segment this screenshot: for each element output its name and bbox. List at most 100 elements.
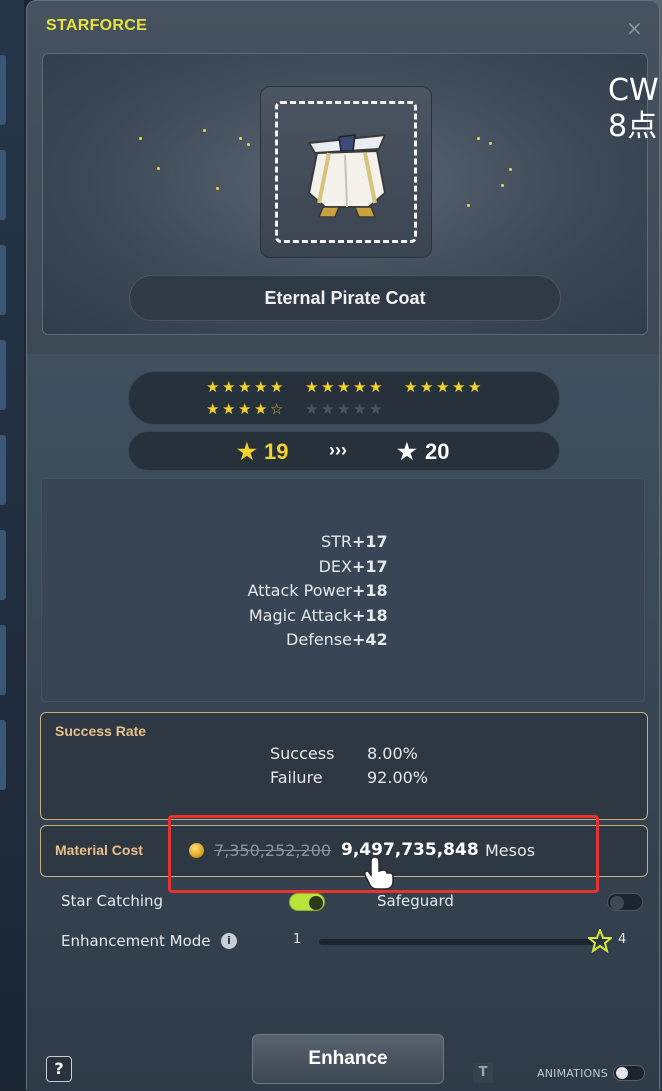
item-name: Eternal Pirate Coat (129, 275, 561, 321)
success-value: 8.00% (367, 744, 418, 763)
stat-value: +18 (352, 581, 388, 600)
background-text: CW (608, 73, 659, 108)
enhancement-mode-label: Enhancement Mode (61, 932, 211, 950)
failure-label: Failure (270, 768, 323, 787)
toggle-knob (309, 896, 323, 910)
cost-unit: Mesos (485, 841, 536, 860)
starforce-window: STARFORCE × Eternal Pirate Coat ★ ★ ★ ★ … (26, 0, 660, 1091)
material-cost-label: Material Cost (55, 842, 143, 858)
failure-value: 92.00% (367, 768, 429, 787)
stat-row: DEX +17 (42, 557, 646, 581)
star-level-bar: ★ 19 ››› ★ 20 (128, 431, 560, 471)
sparkle (139, 137, 142, 140)
background-tab (0, 625, 6, 695)
success-rate-panel: Success Rate Success 8.00% Failure 92.00… (40, 712, 648, 820)
toggle-knob (616, 1067, 628, 1079)
star-filled-icon: ★ (337, 378, 351, 396)
stat-value: +17 (352, 532, 388, 551)
help-button[interactable]: ? (46, 1056, 72, 1082)
mode-max-label: 4 (618, 932, 627, 947)
stat-value: +42 (352, 630, 388, 649)
stat-row: Attack Power +18 (42, 581, 646, 605)
pirate-coat-icon (307, 133, 387, 218)
enhance-button[interactable]: Enhance (252, 1034, 444, 1084)
slider-star-icon[interactable] (588, 929, 612, 953)
background-tab (0, 530, 6, 600)
window-title: STARFORCE (46, 17, 148, 34)
current-cost: 9,497,735,848 (341, 840, 479, 860)
safeguard-toggle[interactable] (607, 893, 643, 911)
star-filled-icon: ★ (254, 378, 268, 396)
level-arrow: ››› (329, 440, 347, 460)
star-empty-icon: ★ (337, 400, 351, 418)
stat-name: Attack Power (247, 581, 352, 600)
sparkle (247, 143, 250, 146)
safeguard-label: Safeguard (377, 892, 454, 910)
star-filled-icon: ★ (206, 400, 220, 418)
hand-cursor-icon (364, 857, 394, 890)
stat-value: +18 (352, 606, 388, 625)
stat-name: STR (320, 532, 352, 551)
info-icon[interactable]: i (221, 933, 237, 949)
item-panel: Eternal Pirate Coat (42, 53, 648, 335)
star-filled-icon: ★ (436, 378, 450, 396)
animations-toggle[interactable] (613, 1065, 645, 1081)
stars-row-top: ★ ★ ★ ★ ★ ★ ★ ★ ★ ★ ★ ★ ★ ★ ★ (206, 378, 484, 396)
star-filled-icon: ★ (222, 378, 236, 396)
success-rate-label: Success Rate (55, 723, 147, 739)
background-tab (0, 245, 6, 315)
sparkle (203, 129, 206, 132)
success-label: Success (270, 744, 335, 763)
star-empty-icon: ★ (321, 400, 335, 418)
sparkle (489, 142, 492, 145)
sparkle (467, 204, 470, 207)
mode-min-label: 1 (293, 932, 302, 947)
sparkle (509, 168, 512, 171)
next-star-level: 20 (425, 439, 450, 464)
stat-row: STR +17 (42, 532, 646, 556)
star-filled-icon: ★ (206, 378, 220, 396)
star-catching-label: Star Catching (61, 892, 164, 910)
star-filled-icon: ★ (270, 378, 284, 396)
sparkle (477, 137, 480, 140)
star-filled-icon: ★ (321, 378, 335, 396)
star-filled-icon: ★ (353, 378, 367, 396)
current-star-icon: ★ (237, 439, 257, 464)
sparkle (216, 187, 219, 190)
stat-row: Magic Attack +18 (42, 606, 646, 630)
star-filled-icon: ★ (254, 400, 268, 418)
stat-name: Defense (286, 630, 352, 649)
current-star-level: 19 (264, 439, 289, 464)
star-empty-icon: ☆ (270, 400, 284, 418)
enhancement-mode-slider[interactable] (319, 939, 599, 945)
background-tab (0, 720, 6, 790)
star-filled-icon: ★ (369, 378, 383, 396)
star-filled-icon: ★ (468, 378, 482, 396)
next-star-icon: ★ (397, 439, 417, 464)
meso-coin-icon (189, 843, 204, 858)
star-empty-icon: ★ (369, 400, 383, 418)
background-tab (0, 435, 6, 505)
item-slot[interactable] (260, 86, 432, 258)
background-text: 8点 (608, 109, 658, 144)
background-tab (0, 340, 6, 410)
star-filled-icon: ★ (305, 378, 319, 396)
background-tab (0, 55, 6, 125)
star-filled-icon: ★ (452, 378, 466, 396)
sparkle (157, 167, 160, 170)
sparkle (501, 184, 504, 187)
sparkle (239, 137, 242, 140)
background-left-edge (0, 0, 24, 1090)
star-catching-toggle[interactable] (289, 893, 325, 911)
t-icon[interactable]: T (473, 1063, 493, 1083)
star-empty-icon: ★ (353, 400, 367, 418)
stat-changes-panel: STR +17 DEX +17 Attack Power +18 Magic A… (41, 478, 645, 702)
stat-name: DEX (318, 557, 352, 576)
star-filled-icon: ★ (420, 378, 434, 396)
star-filled-icon: ★ (404, 378, 418, 396)
star-progress-bar: ★ ★ ★ ★ ★ ★ ★ ★ ★ ★ ★ ★ ★ ★ ★ ★ ★ ★ ★ ☆ ★ ★ ★ ★ ★ (128, 371, 560, 425)
background-tab (0, 150, 6, 220)
star-filled-icon: ★ (238, 400, 252, 418)
close-icon[interactable]: × (626, 16, 643, 40)
stat-row: Defense +42 (42, 630, 646, 654)
